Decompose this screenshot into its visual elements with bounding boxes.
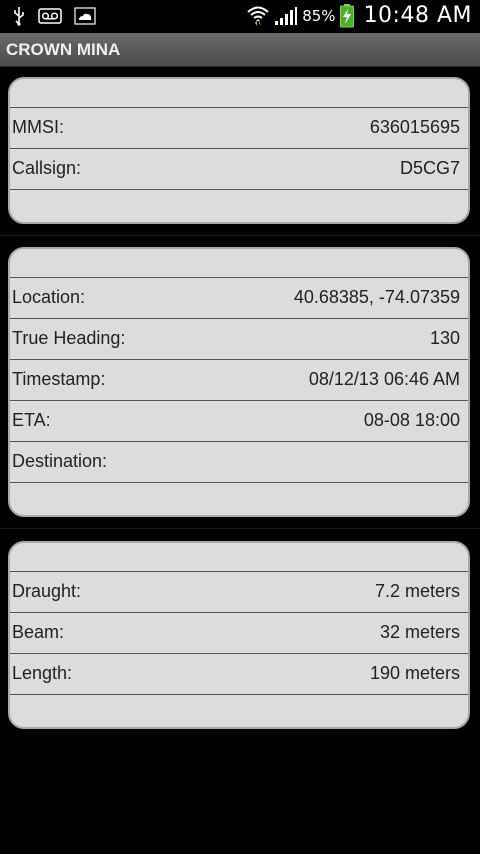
wifi-icon (246, 5, 270, 27)
length-row: Length: 190 meters (10, 654, 468, 695)
card-footer-spacer (10, 190, 468, 222)
beam-row: Beam: 32 meters (10, 613, 468, 654)
section-divider (0, 528, 480, 529)
signal-icon (274, 6, 298, 26)
location-label: Location: (12, 287, 86, 307)
section-divider (0, 235, 480, 236)
eta-label: ETA: (12, 410, 51, 430)
dimensions-card: Draught: 7.2 meters Beam: 32 meters Leng… (8, 541, 470, 729)
location-row: Location: 40.68385, -74.07359 (10, 278, 468, 319)
page-title: CROWN MINA (6, 40, 121, 59)
battery-percent: 85% (302, 6, 336, 25)
battery-charging-icon (339, 3, 354, 28)
app-title-bar: CROWN MINA (0, 33, 480, 67)
eta-value: 08-08 18:00 (363, 410, 460, 430)
timestamp-value: 08/12/13 06:46 AM (308, 369, 460, 389)
status-bar: 85% 10:48 AM (0, 0, 480, 33)
heading-label: True Heading: (12, 328, 126, 348)
callsign-row: Callsign: D5CG7 (10, 149, 468, 190)
location-value: 40.68385, -74.07359 (293, 287, 460, 307)
clock: 10:48 AM (363, 3, 472, 28)
destination-row: Destination: (10, 442, 468, 483)
timestamp-row: Timestamp: 08/12/13 06:46 AM (10, 360, 468, 401)
draught-row: Draught: 7.2 meters (10, 572, 468, 613)
voicemail-icon (38, 8, 62, 24)
destination-label: Destination: (12, 451, 108, 471)
draught-label: Draught: (12, 581, 82, 601)
timestamp-label: Timestamp: (12, 369, 106, 389)
card-header-spacer (10, 79, 468, 108)
length-value: 190 meters (369, 663, 460, 683)
weather-icon (74, 7, 96, 25)
length-label: Length: (12, 663, 73, 683)
beam-value: 32 meters (379, 622, 460, 642)
mmsi-row: MMSI: 636015695 (10, 108, 468, 149)
heading-row: True Heading: 130 (10, 319, 468, 360)
card-header-spacer (10, 543, 468, 572)
mmsi-value: 636015695 (369, 117, 460, 137)
mmsi-label: MMSI: (12, 117, 64, 137)
draught-value: 7.2 meters (374, 581, 460, 601)
heading-value: 130 (429, 328, 460, 348)
eta-row: ETA: 08-08 18:00 (10, 401, 468, 442)
card-footer-spacer (10, 695, 468, 727)
callsign-label: Callsign: (12, 158, 82, 178)
card-footer-spacer (10, 483, 468, 515)
identity-card: MMSI: 636015695 Callsign: D5CG7 (8, 77, 470, 224)
voyage-card: Location: 40.68385, -74.07359 True Headi… (8, 247, 470, 517)
callsign-value: D5CG7 (399, 158, 460, 178)
card-header-spacer (10, 249, 468, 278)
usb-icon (12, 6, 26, 26)
beam-label: Beam: (12, 622, 65, 642)
